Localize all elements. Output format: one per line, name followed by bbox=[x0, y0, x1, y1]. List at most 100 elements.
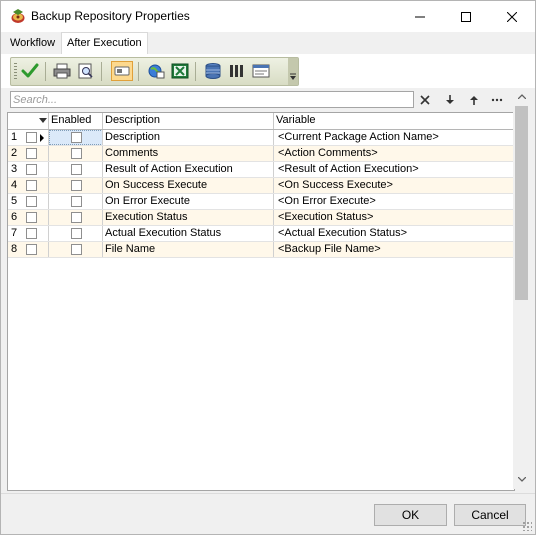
enabled-cell[interactable] bbox=[49, 242, 103, 257]
row-select-checkbox[interactable] bbox=[26, 148, 37, 159]
database-icon[interactable] bbox=[203, 61, 223, 81]
row-number: 8 bbox=[11, 243, 18, 255]
row-number-cell[interactable]: 5 bbox=[8, 194, 49, 209]
column-header-enabled[interactable]: Enabled bbox=[49, 113, 103, 129]
variable-cell[interactable]: <On Success Execute> bbox=[274, 178, 513, 193]
enabled-cell[interactable] bbox=[49, 178, 103, 193]
description-cell[interactable]: File Name bbox=[103, 242, 274, 257]
row-select-checkbox[interactable] bbox=[26, 228, 37, 239]
column-header-variable[interactable]: Variable bbox=[274, 113, 513, 129]
description-cell[interactable]: Execution Status bbox=[103, 210, 274, 225]
enabled-cell[interactable] bbox=[49, 162, 103, 177]
enabled-checkbox[interactable] bbox=[71, 228, 82, 239]
row-number: 2 bbox=[11, 147, 18, 159]
variable-cell[interactable]: <Execution Status> bbox=[274, 210, 513, 225]
tab-workflow[interactable]: Workflow bbox=[6, 34, 59, 53]
description-cell[interactable]: On Error Execute bbox=[103, 194, 274, 209]
enabled-cell[interactable] bbox=[49, 210, 103, 225]
table-row[interactable]: 2 Comments <Action Comments> bbox=[8, 146, 513, 162]
find-previous-button[interactable] bbox=[464, 91, 484, 109]
variables-grid[interactable]: Enabled Description Variable 1 Descriptio… bbox=[7, 112, 515, 491]
row-number: 7 bbox=[11, 227, 18, 239]
resize-grip[interactable] bbox=[522, 521, 532, 531]
row-select-checkbox[interactable] bbox=[26, 212, 37, 223]
row-number-cell[interactable]: 3 bbox=[8, 162, 49, 177]
row-select-checkbox[interactable] bbox=[26, 196, 37, 207]
title-bar: Backup Repository Properties bbox=[1, 1, 535, 32]
enabled-cell[interactable] bbox=[49, 194, 103, 209]
toolbar-separator bbox=[195, 62, 196, 81]
row-select-checkbox[interactable] bbox=[26, 132, 37, 143]
excel-icon[interactable] bbox=[170, 61, 190, 81]
maximize-button[interactable] bbox=[443, 1, 489, 32]
close-button[interactable] bbox=[489, 1, 535, 32]
row-number-cell[interactable]: 1 bbox=[8, 130, 49, 145]
window-title: Backup Repository Properties bbox=[31, 9, 190, 23]
enabled-cell[interactable] bbox=[49, 146, 103, 161]
enabled-checkbox[interactable] bbox=[71, 148, 82, 159]
description-cell[interactable]: Comments bbox=[103, 146, 274, 161]
vertical-scrollbar[interactable] bbox=[513, 88, 530, 489]
toolbar-area bbox=[1, 54, 535, 88]
row-number-cell[interactable]: 8 bbox=[8, 242, 49, 257]
find-next-button[interactable] bbox=[440, 91, 460, 109]
clear-search-button[interactable] bbox=[415, 91, 435, 109]
table-row[interactable]: 6 Execution Status <Execution Status> bbox=[8, 210, 513, 226]
row-number-cell[interactable]: 7 bbox=[8, 226, 49, 241]
table-row[interactable]: 8 File Name <Backup File Name> bbox=[8, 242, 513, 258]
tab-strip: Workflow After Execution bbox=[1, 32, 535, 55]
search-input[interactable] bbox=[10, 91, 414, 108]
variable-cell[interactable]: <Action Comments> bbox=[274, 146, 513, 161]
columns-icon[interactable] bbox=[227, 61, 247, 81]
row-select-checkbox[interactable] bbox=[26, 180, 37, 191]
enabled-checkbox[interactable] bbox=[71, 244, 82, 255]
table-row[interactable]: 4 On Success Execute <On Success Execute> bbox=[8, 178, 513, 194]
more-options-button[interactable] bbox=[487, 91, 507, 109]
table-row[interactable]: 1 Description <Current Package Action Name… bbox=[8, 130, 513, 146]
enabled-checkbox[interactable] bbox=[71, 196, 82, 207]
layout-icon[interactable] bbox=[251, 61, 271, 81]
check-icon[interactable] bbox=[20, 61, 40, 81]
table-row[interactable]: 5 On Error Execute <On Error Execute> bbox=[8, 194, 513, 210]
description-cell[interactable]: On Success Execute bbox=[103, 178, 274, 193]
description-cell[interactable]: Result of Action Execution bbox=[103, 162, 274, 177]
variable-cell[interactable]: <Backup File Name> bbox=[274, 242, 513, 257]
toolbar-separator bbox=[45, 62, 46, 81]
row-number-cell[interactable]: 2 bbox=[8, 146, 49, 161]
row-indicator-header[interactable] bbox=[8, 113, 49, 129]
web-icon[interactable] bbox=[146, 61, 166, 81]
toolbar-grip[interactable] bbox=[14, 63, 17, 80]
toolbar-overflow-button[interactable] bbox=[288, 58, 298, 85]
row-number-cell[interactable]: 6 bbox=[8, 210, 49, 225]
description-cell[interactable]: Actual Execution Status bbox=[103, 226, 274, 241]
enabled-checkbox[interactable] bbox=[71, 212, 82, 223]
footer-divider bbox=[1, 493, 535, 494]
print-icon[interactable] bbox=[52, 61, 72, 81]
table-row[interactable]: 3 Result of Action Execution <Result of Ac… bbox=[8, 162, 513, 178]
description-cell[interactable]: Description bbox=[103, 130, 274, 145]
enabled-checkbox[interactable] bbox=[71, 164, 82, 175]
print-preview-icon[interactable] bbox=[76, 61, 96, 81]
tab-after-execution[interactable]: After Execution bbox=[61, 32, 148, 54]
column-header-description[interactable]: Description bbox=[103, 113, 274, 129]
enabled-checkbox[interactable] bbox=[71, 180, 82, 191]
enabled-cell[interactable] bbox=[49, 130, 103, 145]
scroll-thumb[interactable] bbox=[515, 106, 528, 300]
variable-cell[interactable]: <Result of Action Execution> bbox=[274, 162, 513, 177]
row-select-checkbox[interactable] bbox=[26, 164, 37, 175]
variable-cell[interactable]: <Actual Execution Status> bbox=[274, 226, 513, 241]
cancel-button[interactable]: Cancel bbox=[454, 504, 526, 526]
enabled-cell[interactable] bbox=[49, 226, 103, 241]
variable-cell[interactable]: <Current Package Action Name> bbox=[274, 130, 513, 145]
ok-button[interactable]: OK bbox=[374, 504, 447, 526]
row-number: 6 bbox=[11, 211, 18, 223]
variable-cell[interactable]: <On Error Execute> bbox=[274, 194, 513, 209]
minimize-button[interactable] bbox=[397, 1, 443, 32]
row-number-cell[interactable]: 4 bbox=[8, 178, 49, 193]
row-select-checkbox[interactable] bbox=[26, 244, 37, 255]
enabled-checkbox[interactable] bbox=[71, 132, 82, 143]
scroll-down-arrow[interactable] bbox=[513, 471, 530, 488]
table-row[interactable]: 7 Actual Execution Status <Actual Executio… bbox=[8, 226, 513, 242]
scroll-up-arrow[interactable] bbox=[513, 88, 530, 105]
toggle-icon[interactable] bbox=[111, 61, 133, 81]
